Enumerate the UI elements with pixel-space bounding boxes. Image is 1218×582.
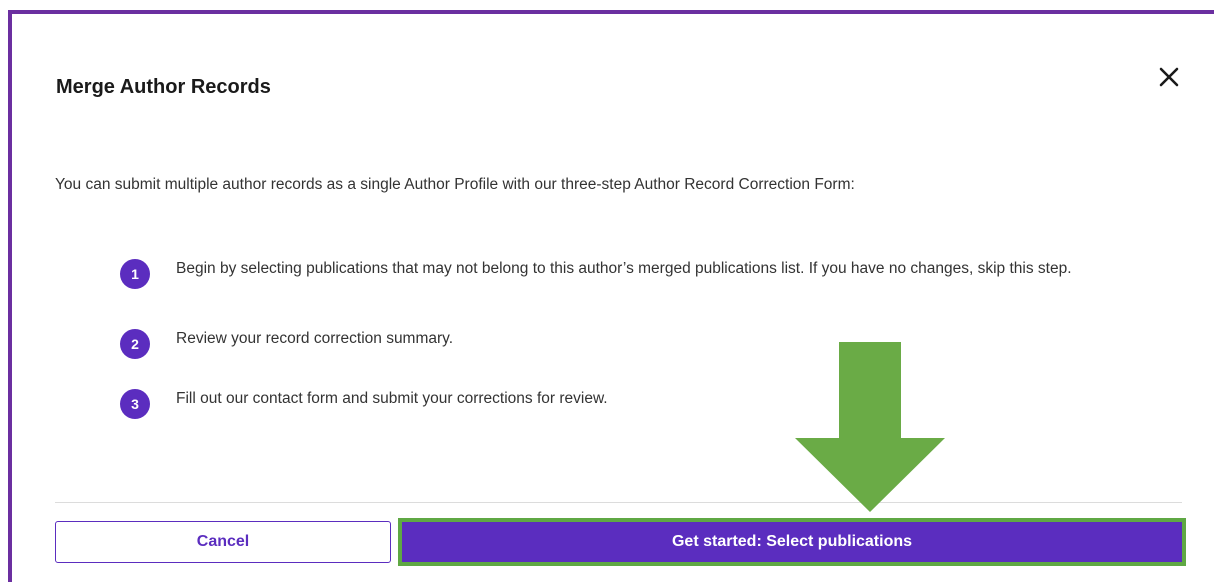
close-button[interactable] <box>1156 64 1182 90</box>
highlight-outline: Get started: Select publications <box>398 518 1186 566</box>
step-item: 1 Begin by selecting publications that m… <box>120 257 1180 327</box>
merge-author-records-dialog: Merge Author Records You can submit mult… <box>12 14 1218 582</box>
step-number-badge: 2 <box>120 329 150 359</box>
steps-list: 1 Begin by selecting publications that m… <box>120 257 1180 427</box>
cancel-button[interactable]: Cancel <box>55 521 391 563</box>
step-text: Review your record correction summary. <box>176 330 454 347</box>
down-arrow-icon <box>795 342 945 512</box>
step-number-badge: 3 <box>120 389 150 419</box>
dialog-intro-text: You can submit multiple author records a… <box>55 176 855 193</box>
footer-divider <box>55 502 1182 503</box>
step-item: 3 Fill out our contact form and submit y… <box>120 387 1180 427</box>
step-text: Begin by selecting publications that may… <box>176 260 1072 277</box>
close-icon <box>1159 67 1179 87</box>
step-item: 2 Review your record correction summary. <box>120 327 1180 387</box>
get-started-button[interactable]: Get started: Select publications <box>402 522 1182 562</box>
step-number-badge: 1 <box>120 259 150 289</box>
dialog-title: Merge Author Records <box>56 76 271 98</box>
step-text: Fill out our contact form and submit you… <box>176 390 608 407</box>
